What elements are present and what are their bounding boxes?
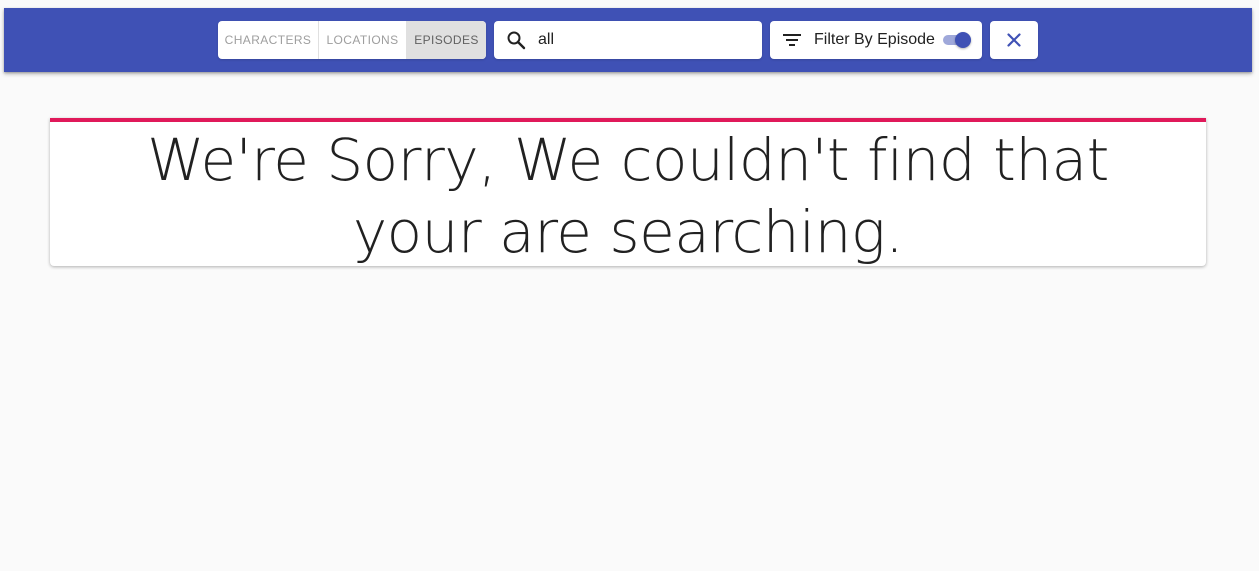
empty-result-card: We're Sorry, We couldn't find that your … xyxy=(50,118,1206,266)
no-results-message: We're Sorry, We couldn't find that your … xyxy=(147,126,1109,266)
tab-locations[interactable]: LOCATIONS xyxy=(319,21,407,59)
filter-control: Filter By Episode xyxy=(770,21,982,59)
filter-list-icon xyxy=(783,34,801,46)
filter-by-episode-toggle[interactable] xyxy=(941,30,973,50)
search-input[interactable] xyxy=(538,31,738,49)
close-icon xyxy=(1007,33,1021,47)
filter-label: Filter By Episode xyxy=(814,31,935,48)
category-tabs: CHARACTERS LOCATIONS EPISODES xyxy=(218,21,486,59)
clear-button[interactable] xyxy=(990,21,1038,59)
search-icon xyxy=(507,31,526,50)
toggle-thumb xyxy=(954,32,971,48)
tab-episodes[interactable]: EPISODES xyxy=(407,21,486,59)
tab-characters[interactable]: CHARACTERS xyxy=(218,21,319,59)
app-bar: CHARACTERS LOCATIONS EPISODES Filter By … xyxy=(4,8,1252,72)
search-box xyxy=(494,21,762,59)
